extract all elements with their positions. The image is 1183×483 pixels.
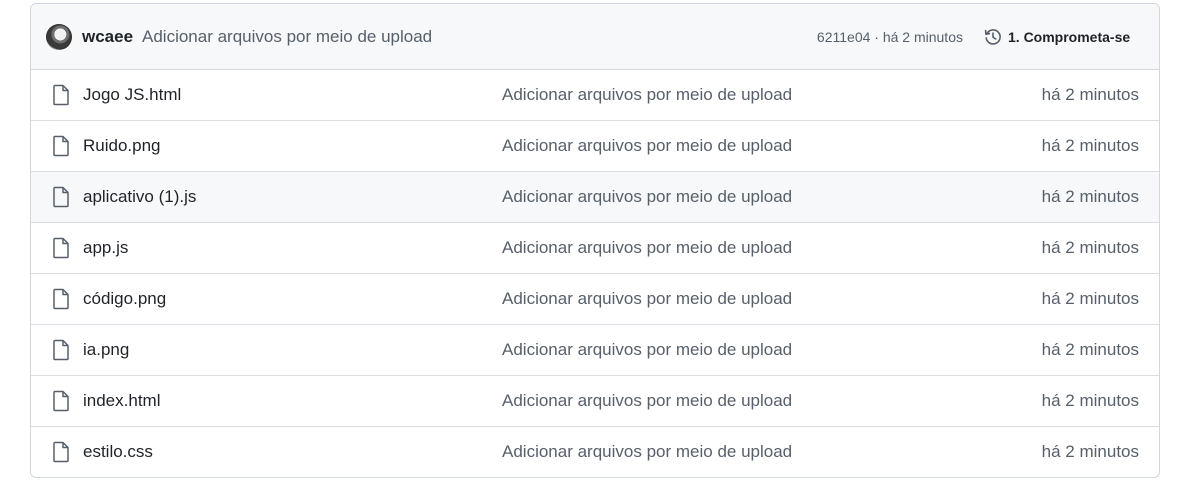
file-name-link[interactable]: Ruido.png — [83, 136, 161, 156]
file-list: Jogo JS.html Adicionar arquivos por meio … — [31, 70, 1159, 477]
file-icon — [53, 186, 69, 208]
commit-hash-time[interactable]: 6211e04 · há 2 minutos — [817, 29, 963, 45]
file-commit-message-link[interactable]: Adicionar arquivos por meio de upload — [502, 136, 792, 156]
file-commit-age: há 2 minutos — [1041, 391, 1139, 410]
file-row[interactable]: Ruido.png Adicionar arquivos por meio de … — [31, 121, 1159, 172]
file-icon — [53, 135, 69, 157]
file-commit-age: há 2 minutos — [1041, 289, 1139, 308]
file-name-link[interactable]: index.html — [83, 391, 160, 411]
latest-commit-header: wcaee Adicionar arquivos por meio de upl… — [31, 4, 1159, 70]
commit-message[interactable]: Adicionar arquivos por meio de upload — [142, 27, 432, 47]
file-icon — [53, 390, 69, 412]
file-commit-age: há 2 minutos — [1041, 187, 1139, 206]
file-row[interactable]: ia.png Adicionar arquivos por meio de upl… — [31, 325, 1159, 376]
file-commit-age: há 2 minutos — [1041, 85, 1139, 104]
file-row[interactable]: app.js Adicionar arquivos por meio de upl… — [31, 223, 1159, 274]
file-commit-message-link[interactable]: Adicionar arquivos por meio de upload — [502, 289, 792, 309]
file-commit-message-link[interactable]: Adicionar arquivos por meio de upload — [502, 442, 792, 462]
file-commit-message-link[interactable]: Adicionar arquivos por meio de upload — [502, 238, 792, 258]
file-icon — [53, 84, 69, 106]
file-commit-message-link[interactable]: Adicionar arquivos por meio de upload — [502, 85, 792, 105]
file-commit-age: há 2 minutos — [1041, 442, 1139, 461]
file-commit-age: há 2 minutos — [1041, 238, 1139, 257]
file-name-link[interactable]: código.png — [83, 289, 166, 309]
file-name-link[interactable]: ia.png — [83, 340, 129, 360]
file-name-link[interactable]: Jogo JS.html — [83, 85, 181, 105]
history-icon — [984, 29, 1001, 45]
file-commit-message-link[interactable]: Adicionar arquivos por meio de upload — [502, 391, 792, 411]
file-row[interactable]: Jogo JS.html Adicionar arquivos por meio … — [31, 70, 1159, 121]
commits-history-button[interactable]: 1. Comprometa-se — [983, 25, 1130, 49]
file-name-link[interactable]: estilo.css — [83, 442, 153, 462]
history-label: 1. Comprometa-se — [1008, 29, 1131, 45]
file-icon — [53, 237, 69, 259]
file-commit-age: há 2 minutos — [1041, 340, 1139, 359]
file-row[interactable]: index.html Adicionar arquivos por meio de… — [31, 376, 1159, 427]
file-browser: wcaee Adicionar arquivos por meio de upl… — [30, 3, 1160, 478]
file-row[interactable]: código.png Adicionar arquivos por meio de… — [31, 274, 1159, 325]
file-row[interactable]: estilo.css Adicionar arquivos por meio de… — [31, 427, 1159, 477]
file-commit-message-link[interactable]: Adicionar arquivos por meio de upload — [502, 187, 792, 207]
avatar[interactable] — [46, 24, 72, 50]
commit-author[interactable]: wcaee — [82, 27, 133, 47]
file-commit-age: há 2 minutos — [1041, 136, 1139, 155]
file-icon — [53, 339, 69, 361]
file-icon — [53, 288, 69, 310]
file-icon — [53, 441, 69, 463]
file-name-link[interactable]: app.js — [83, 238, 128, 258]
file-name-link[interactable]: aplicativo (1).js — [83, 187, 196, 207]
file-commit-message-link[interactable]: Adicionar arquivos por meio de upload — [502, 340, 792, 360]
file-row[interactable]: aplicativo (1).js Adicionar arquivos por … — [31, 172, 1159, 223]
